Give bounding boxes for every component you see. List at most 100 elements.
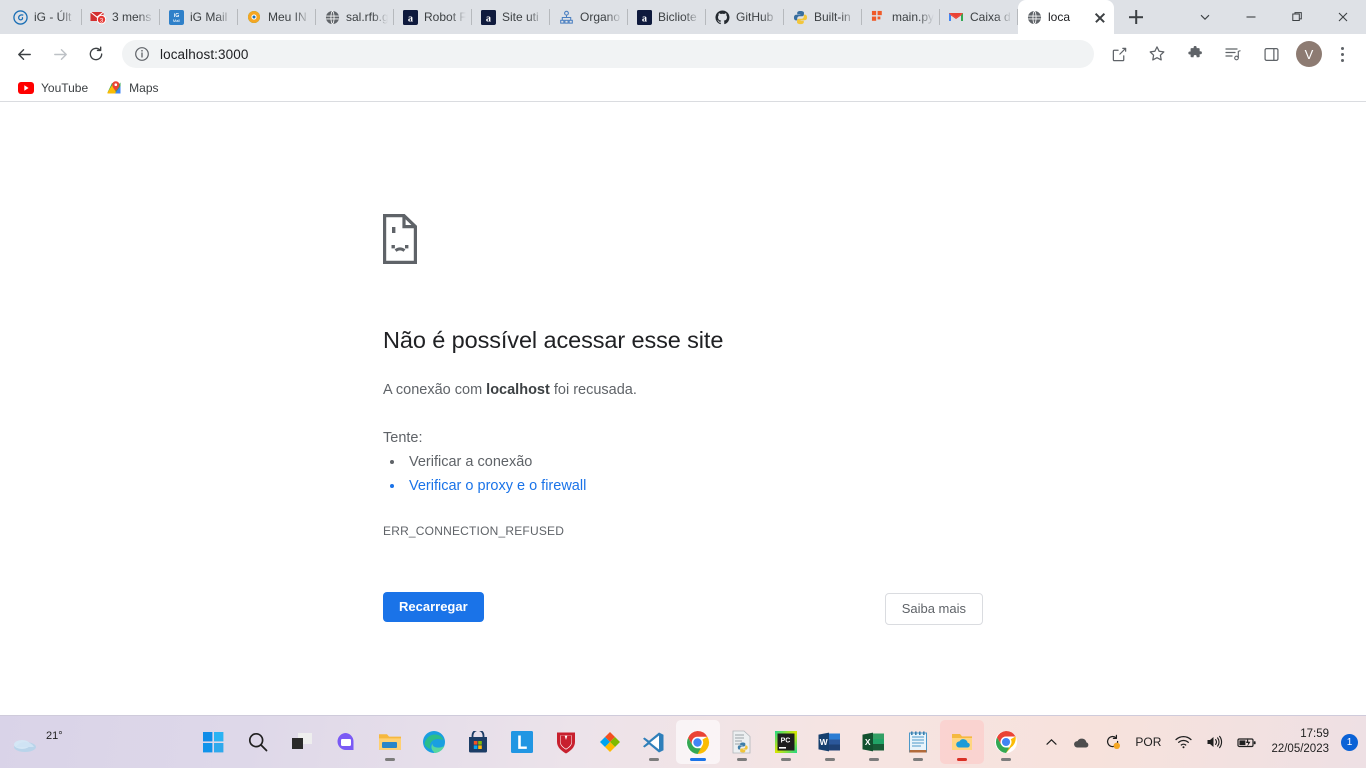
- windows-taskbar: 21° PC W X POR 17:59 22/05/2023 1: [0, 715, 1366, 768]
- tab-title: loca: [1048, 10, 1071, 24]
- weather-temperature: 21°: [46, 730, 63, 742]
- weather-widget[interactable]: 21°: [0, 725, 180, 760]
- side-panel-icon[interactable]: [1257, 40, 1285, 68]
- google-chrome[interactable]: [675, 720, 720, 764]
- chevron-down-icon[interactable]: [1182, 0, 1228, 34]
- reload-icon[interactable]: [81, 39, 111, 69]
- running-indicator: [956, 758, 967, 761]
- tab-title: Meu IN: [268, 10, 307, 24]
- github-icon: [714, 9, 730, 25]
- start-button[interactable]: [192, 720, 236, 764]
- bookmark-maps[interactable]: Maps: [98, 76, 166, 100]
- minimize-icon[interactable]: [1228, 0, 1274, 34]
- tabs-container: iG - Últ 3 3 mens iG Mail iG Mail Meu IN…: [4, 0, 1114, 34]
- tab-3-mensagens[interactable]: 3 3 mens: [82, 0, 160, 34]
- tab-robot[interactable]: a Robot F: [394, 0, 472, 34]
- volume-icon[interactable]: [1200, 723, 1229, 761]
- address-bar[interactable]: localhost:3000: [122, 40, 1094, 68]
- ig-mail-icon: iG Mail: [168, 9, 184, 25]
- tab-meu-inss[interactable]: Meu IN: [238, 0, 316, 34]
- suggestion-check-proxy-firewall[interactable]: Verificar o proxy e o firewall: [405, 474, 1003, 498]
- taskbar-apps: PC W X: [180, 716, 1039, 769]
- close-icon[interactable]: [1092, 9, 1108, 25]
- mcafee-shield[interactable]: [544, 720, 588, 764]
- microsoft-word[interactable]: W: [808, 720, 852, 764]
- page-title: Não é possível acessar esse site: [383, 327, 724, 353]
- battery-icon[interactable]: [1231, 723, 1263, 761]
- reading-list-icon[interactable]: [1219, 40, 1247, 68]
- microsoft-excel[interactable]: X: [852, 720, 896, 764]
- search-button[interactable]: [236, 720, 280, 764]
- tab-title: 3 mens: [112, 10, 152, 24]
- vs-code[interactable]: [632, 720, 676, 764]
- bookmark-youtube[interactable]: YouTube: [10, 76, 96, 100]
- tab-title: Bicliote: [658, 10, 697, 24]
- tab-ig-mail[interactable]: iG Mail iG Mail: [160, 0, 238, 34]
- task-view-button[interactable]: [280, 720, 324, 764]
- back-icon[interactable]: [9, 39, 39, 69]
- info-circle-icon[interactable]: [134, 46, 150, 62]
- tab-organograma[interactable]: Organo: [550, 0, 628, 34]
- chat-button[interactable]: [324, 720, 368, 764]
- windows-update-icon[interactable]: [1099, 723, 1127, 761]
- learn-more-button[interactable]: Saiba mais: [884, 592, 983, 625]
- system-tray: POR 17:59 22/05/2023 1: [1039, 723, 1366, 761]
- forward-icon[interactable]: [45, 39, 75, 69]
- tab-title: Robot F: [424, 10, 466, 24]
- pycharm[interactable]: PC: [764, 720, 808, 764]
- l-app-icon-button[interactable]: [500, 720, 544, 764]
- onedrive-icon[interactable]: [1066, 723, 1097, 761]
- microsoft-store[interactable]: [456, 720, 500, 764]
- window-controls: [1182, 0, 1366, 34]
- python-icon: [792, 9, 808, 25]
- tab-main-py[interactable]: main.py: [862, 0, 940, 34]
- notepad[interactable]: [896, 720, 940, 764]
- tab-ig-ultimas[interactable]: iG - Últ: [4, 0, 82, 34]
- bookmark-star-icon[interactable]: [1143, 40, 1171, 68]
- running-indicator: [868, 758, 879, 761]
- file-explorer[interactable]: [368, 720, 412, 764]
- show-hidden-icons-button[interactable]: [1039, 723, 1064, 761]
- tab-biblioteca[interactable]: a Bicliote: [628, 0, 706, 34]
- clock[interactable]: 17:59 22/05/2023: [1265, 727, 1337, 757]
- clock-time: 17:59: [1300, 728, 1329, 740]
- tab-title: GitHub: [736, 10, 774, 24]
- running-indicator: [824, 758, 835, 761]
- google-chrome-second[interactable]: [984, 720, 1028, 764]
- svg-text:PC: PC: [780, 738, 790, 745]
- language-indicator[interactable]: POR: [1129, 723, 1167, 761]
- maximize-icon[interactable]: [1274, 0, 1320, 34]
- chrome-menu-icon[interactable]: [1330, 40, 1354, 68]
- error-subtitle: A conexão com localhost foi recusada.: [383, 379, 1003, 401]
- tab-sal-rfb[interactable]: sal.rfb.g: [316, 0, 394, 34]
- notification-badge[interactable]: 1: [1341, 733, 1358, 751]
- error-actions: Recarregar Saiba mais: [383, 591, 983, 625]
- avatar[interactable]: V: [1296, 41, 1322, 67]
- tab-site-uteis[interactable]: a Site uti: [472, 0, 550, 34]
- reload-button[interactable]: Recarregar: [383, 591, 484, 622]
- onedrive-folder[interactable]: [939, 720, 984, 764]
- tab-title: Site uti: [502, 10, 539, 24]
- tab-github[interactable]: GitHub: [706, 0, 784, 34]
- python-script-file[interactable]: [720, 720, 764, 764]
- running-indicator: [912, 758, 923, 761]
- running-indicator: [1000, 758, 1011, 761]
- microsoft-edge[interactable]: [412, 720, 456, 764]
- cloud-weather-icon: [8, 725, 44, 760]
- running-indicator: [780, 758, 791, 761]
- tab-title: main.py: [892, 10, 934, 24]
- tab-title: Built-in: [814, 10, 851, 24]
- extensions-puzzle-icon[interactable]: [1181, 40, 1209, 68]
- close-icon[interactable]: [1320, 0, 1366, 34]
- office-app[interactable]: [588, 720, 632, 764]
- share-icon[interactable]: [1105, 40, 1133, 68]
- tab-built-in[interactable]: Built-in: [784, 0, 862, 34]
- suggestion-link-text[interactable]: Verificar o proxy e o firewall: [409, 478, 586, 494]
- new-tab-button[interactable]: [1122, 3, 1150, 31]
- bookmark-label: Maps: [129, 80, 159, 95]
- tab-localhost-active[interactable]: loca: [1018, 0, 1114, 34]
- svg-text:Mail: Mail: [172, 18, 179, 23]
- subtitle-suffix: foi recusada.: [549, 382, 637, 399]
- wifi-icon[interactable]: [1169, 723, 1198, 761]
- tab-caixa-entrada[interactable]: Caixa d: [940, 0, 1018, 34]
